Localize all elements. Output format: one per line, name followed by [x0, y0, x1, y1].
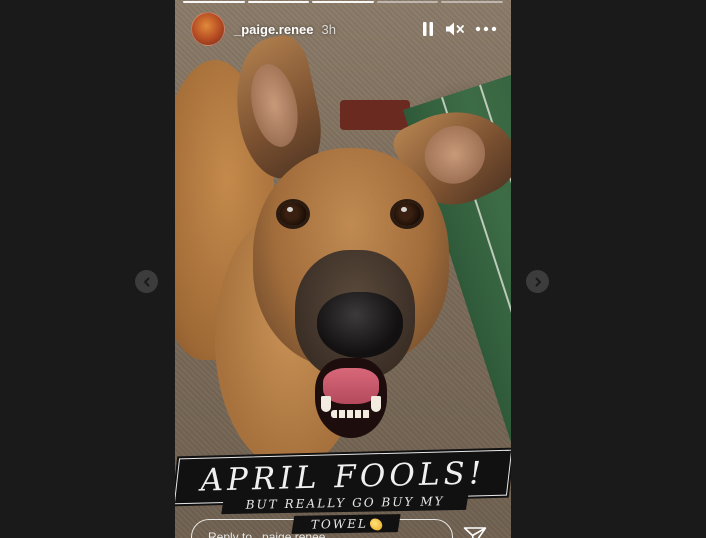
sticker-line-3-box: TOWEL	[291, 514, 401, 534]
pause-button[interactable]	[421, 21, 435, 37]
mute-icon	[446, 22, 464, 36]
next-story-button[interactable]	[526, 270, 549, 293]
mute-button[interactable]	[445, 21, 465, 37]
avatar[interactable]	[191, 12, 225, 46]
story-controls	[421, 21, 497, 37]
more-options-button[interactable]	[475, 26, 497, 32]
chevron-left-icon	[143, 277, 149, 286]
progress-segment	[312, 1, 374, 3]
dog-mouth	[315, 358, 387, 438]
send-icon	[463, 527, 487, 538]
progress-segment	[376, 1, 439, 3]
username[interactable]: _paige.renee	[234, 22, 314, 37]
sticker-line-3: TOWEL	[310, 516, 368, 532]
pause-icon	[423, 22, 433, 36]
story-header: _paige.renee 3h	[191, 12, 497, 46]
more-icon	[475, 26, 497, 32]
dog-eye-left	[279, 202, 307, 226]
grin-emoji-icon	[368, 517, 383, 531]
progress-segment	[441, 1, 503, 3]
timestamp: 3h	[321, 21, 336, 37]
story-progress-bar	[183, 1, 503, 3]
dog-eye-right	[393, 202, 421, 226]
progress-segment	[247, 1, 310, 3]
story-viewer: _paige.renee 3h APRIL FOOLS! BUT REALLY …	[0, 0, 706, 538]
chevron-right-icon	[535, 277, 541, 286]
previous-story-button[interactable]	[135, 270, 158, 293]
progress-segment	[183, 1, 245, 3]
dog-nose	[317, 292, 403, 358]
story-frame[interactable]: _paige.renee 3h APRIL FOOLS! BUT REALLY …	[175, 0, 511, 538]
sticker-line-2: BUT REALLY GO BUY MY	[245, 494, 445, 512]
send-button[interactable]	[463, 526, 487, 538]
putting-mat-cup	[340, 100, 410, 130]
